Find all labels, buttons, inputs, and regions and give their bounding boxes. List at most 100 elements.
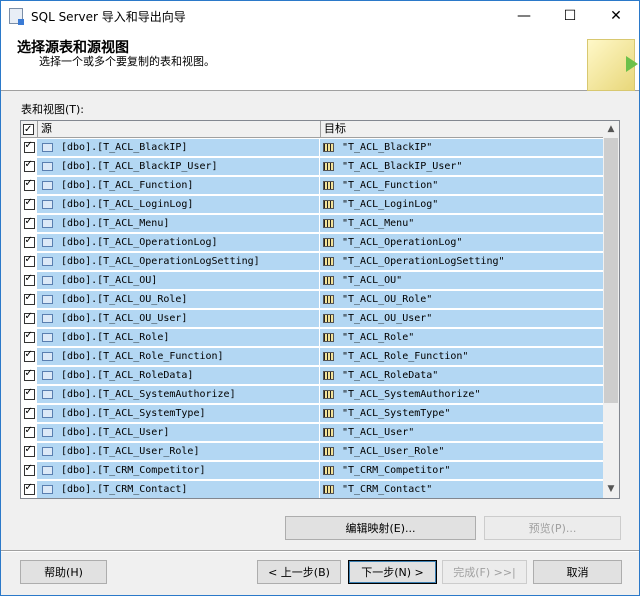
table-row[interactable]: [dbo].[T_ACL_RoleData] "T_ACL_RoleData" (21, 366, 604, 385)
source-cell[interactable]: [dbo].[T_ACL_OperationLogSetting] (37, 252, 320, 271)
table-row[interactable]: [dbo].[T_ACL_User_Role] "T_ACL_User_Role… (21, 442, 604, 461)
row-checkbox[interactable] (23, 482, 35, 495)
finish-button[interactable]: 完成(F) >>| (442, 560, 527, 584)
row-checkbox[interactable] (23, 444, 35, 457)
table-row[interactable]: [dbo].[T_ACL_Role_Function] "T_ACL_Role_… (21, 347, 604, 366)
row-checkbox[interactable] (23, 140, 35, 153)
row-checkbox-cell[interactable] (21, 442, 37, 461)
table-row[interactable]: [dbo].[T_ACL_BlackIP] "T_ACL_BlackIP" (21, 138, 604, 157)
select-all-checkbox-cell[interactable] (21, 121, 38, 138)
row-checkbox-cell[interactable] (21, 271, 37, 290)
help-button[interactable]: 帮助(H) (20, 560, 107, 584)
table-row[interactable]: [dbo].[T_ACL_User] "T_ACL_User" (21, 423, 604, 442)
row-checkbox-cell[interactable] (21, 404, 37, 423)
row-checkbox[interactable] (23, 349, 35, 362)
target-cell[interactable]: "T_ACL_Role_Function" (320, 347, 604, 366)
table-row[interactable]: [dbo].[T_ACL_OU_User] "T_ACL_OU_User" (21, 309, 604, 328)
row-checkbox-cell[interactable] (21, 290, 37, 309)
row-checkbox[interactable] (23, 273, 35, 286)
next-button[interactable]: 下一步(N) > (348, 560, 437, 584)
scroll-down-icon[interactable]: ▼ (603, 481, 619, 498)
scroll-up-icon[interactable]: ▲ (603, 121, 619, 138)
row-checkbox-cell[interactable] (21, 309, 37, 328)
source-cell[interactable]: [dbo].[T_CRM_Contact] (37, 480, 320, 498)
table-row[interactable]: [dbo].[T_ACL_OU_Role] "T_ACL_OU_Role" (21, 290, 604, 309)
row-checkbox[interactable] (23, 235, 35, 248)
target-cell[interactable]: "T_ACL_OperationLogSetting" (320, 252, 604, 271)
vertical-scrollbar[interactable]: ▲ ▼ (603, 121, 619, 498)
source-cell[interactable]: [dbo].[T_ACL_OperationLog] (37, 233, 320, 252)
source-cell[interactable]: [dbo].[T_ACL_User] (37, 423, 320, 442)
source-cell[interactable]: [dbo].[T_ACL_SystemType] (37, 404, 320, 423)
target-cell[interactable]: "T_ACL_User_Role" (320, 442, 604, 461)
table-row[interactable]: [dbo].[T_ACL_Menu] "T_ACL_Menu" (21, 214, 604, 233)
source-cell[interactable]: [dbo].[T_ACL_Menu] (37, 214, 320, 233)
edit-mapping-button[interactable]: 编辑映射(E)... (285, 516, 476, 540)
row-checkbox-cell[interactable] (21, 214, 37, 233)
row-checkbox[interactable] (23, 463, 35, 476)
row-checkbox-cell[interactable] (21, 195, 37, 214)
table-row[interactable]: [dbo].[T_ACL_OU] "T_ACL_OU" (21, 271, 604, 290)
target-cell[interactable]: "T_ACL_OU_Role" (320, 290, 604, 309)
target-cell[interactable]: "T_ACL_OperationLog" (320, 233, 604, 252)
row-checkbox[interactable] (23, 406, 35, 419)
target-cell[interactable]: "T_ACL_RoleData" (320, 366, 604, 385)
row-checkbox[interactable] (23, 197, 35, 210)
row-checkbox[interactable] (23, 216, 35, 229)
target-cell[interactable]: "T_ACL_OU_User" (320, 309, 604, 328)
row-checkbox[interactable] (23, 425, 35, 438)
table-row[interactable]: [dbo].[T_ACL_SystemType] "T_ACL_SystemTy… (21, 404, 604, 423)
row-checkbox[interactable] (23, 311, 35, 324)
target-cell[interactable]: "T_ACL_LoginLog" (320, 195, 604, 214)
target-cell[interactable]: "T_ACL_Menu" (320, 214, 604, 233)
target-cell[interactable]: "T_ACL_BlackIP_User" (320, 157, 604, 176)
row-checkbox-cell[interactable] (21, 366, 37, 385)
source-cell[interactable]: [dbo].[T_ACL_RoleData] (37, 366, 320, 385)
source-cell[interactable]: [dbo].[T_ACL_User_Role] (37, 442, 320, 461)
preview-button[interactable]: 预览(P)... (484, 516, 621, 540)
row-checkbox[interactable] (23, 159, 35, 172)
row-checkbox-cell[interactable] (21, 328, 37, 347)
source-cell[interactable]: [dbo].[T_ACL_OU] (37, 271, 320, 290)
close-button[interactable]: ✕ (593, 1, 639, 31)
row-checkbox[interactable] (23, 368, 35, 381)
target-cell[interactable]: "T_ACL_OU" (320, 271, 604, 290)
row-checkbox[interactable] (23, 254, 35, 267)
row-checkbox-cell[interactable] (21, 138, 37, 157)
scroll-thumb[interactable] (604, 138, 618, 403)
source-cell[interactable]: [dbo].[T_ACL_Role_Function] (37, 347, 320, 366)
source-cell[interactable]: [dbo].[T_ACL_Function] (37, 176, 320, 195)
row-checkbox-cell[interactable] (21, 176, 37, 195)
source-cell[interactable]: [dbo].[T_ACL_Role] (37, 328, 320, 347)
table-row[interactable]: [dbo].[T_ACL_Function] "T_ACL_Function" (21, 176, 604, 195)
row-checkbox-cell[interactable] (21, 423, 37, 442)
target-cell[interactable]: "T_ACL_Role" (320, 328, 604, 347)
row-checkbox[interactable] (23, 330, 35, 343)
table-row[interactable]: [dbo].[T_ACL_SystemAuthorize] "T_ACL_Sys… (21, 385, 604, 404)
table-row[interactable]: [dbo].[T_ACL_LoginLog] "T_ACL_LoginLog" (21, 195, 604, 214)
row-checkbox-cell[interactable] (21, 233, 37, 252)
table-row[interactable]: [dbo].[T_ACL_BlackIP_User] "T_ACL_BlackI… (21, 157, 604, 176)
table-row[interactable]: [dbo].[T_ACL_OperationLogSetting] "T_ACL… (21, 252, 604, 271)
target-cell[interactable]: "T_ACL_SystemAuthorize" (320, 385, 604, 404)
cancel-button[interactable]: 取消 (533, 560, 622, 584)
row-checkbox-cell[interactable] (21, 347, 37, 366)
table-row[interactable]: [dbo].[T_CRM_Competitor] "T_CRM_Competit… (21, 461, 604, 480)
table-row[interactable]: [dbo].[T_CRM_Contact] "T_CRM_Contact" (21, 480, 604, 498)
back-button[interactable]: < 上一步(B) (257, 560, 341, 584)
target-cell[interactable]: "T_CRM_Competitor" (320, 461, 604, 480)
target-cell[interactable]: "T_ACL_SystemType" (320, 404, 604, 423)
column-header-source[interactable]: 源 (38, 121, 321, 137)
source-cell[interactable]: [dbo].[T_ACL_BlackIP] (37, 138, 320, 157)
row-checkbox[interactable] (23, 387, 35, 400)
source-cell[interactable]: [dbo].[T_ACL_OU_Role] (37, 290, 320, 309)
target-cell[interactable]: "T_ACL_BlackIP" (320, 138, 604, 157)
table-row[interactable]: [dbo].[T_ACL_Role] "T_ACL_Role" (21, 328, 604, 347)
row-checkbox[interactable] (23, 178, 35, 191)
source-cell[interactable]: [dbo].[T_CRM_Competitor] (37, 461, 320, 480)
select-all-checkbox[interactable] (23, 122, 34, 138)
row-checkbox-cell[interactable] (21, 480, 37, 498)
maximize-button[interactable]: ☐ (547, 1, 593, 31)
minimize-button[interactable]: — (501, 1, 547, 31)
row-checkbox[interactable] (23, 292, 35, 305)
